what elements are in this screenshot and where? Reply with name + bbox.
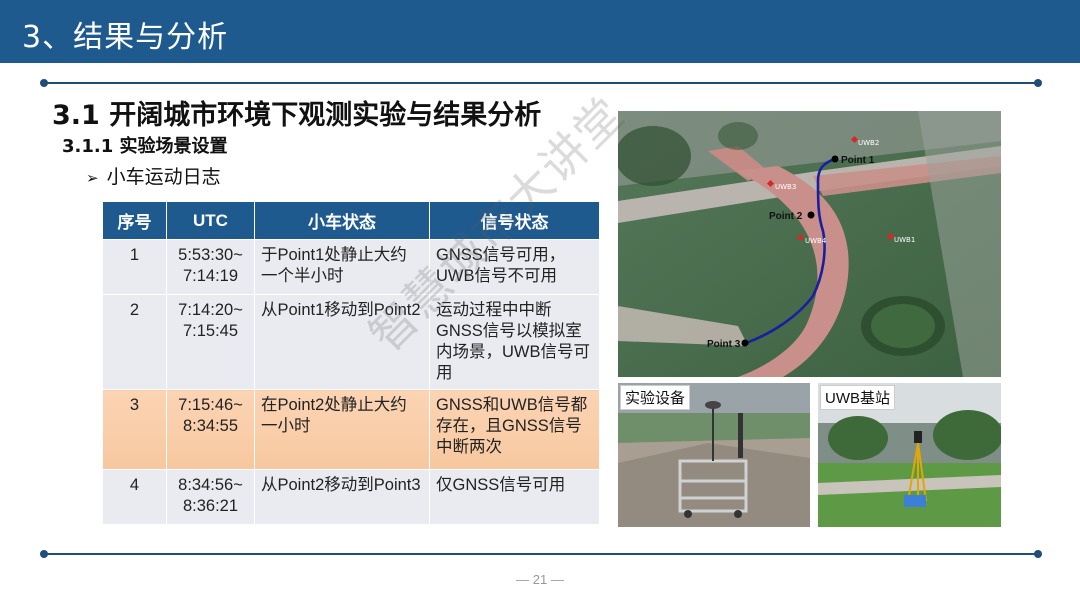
bottom-divider	[40, 550, 1042, 558]
top-divider	[40, 79, 1042, 87]
photo-label-equipment: 实验设备	[620, 385, 691, 410]
photo-label-uwb-station: UWB基站	[820, 385, 895, 410]
cell-car-state: 从Point1移动到Point2	[254, 294, 430, 390]
utc-end: 8:36:21	[182, 497, 239, 515]
cell-no: 2	[102, 294, 167, 390]
cell-utc: 5:53:30~ 7:14:19	[166, 239, 255, 295]
divider-dot-right	[1034, 550, 1042, 558]
cell-car-state: 在Point2处静止大约一小时	[254, 389, 430, 470]
table-row: 4 8:34:56~ 8:36:21 从Point2移动到Point3 仅GNSS…	[102, 469, 600, 525]
utc-end: 8:34:55	[182, 417, 239, 435]
uwb-marker-label: UWB1	[894, 236, 915, 244]
utc-start: 7:15:46~	[178, 396, 243, 414]
divider-dot-left	[40, 79, 48, 87]
point-2-label: Point 2	[769, 211, 803, 222]
column-header-no: 序号	[102, 201, 167, 240]
section-heading: 3.1 开阔城市环境下观测实验与结果分析	[52, 100, 542, 131]
cell-utc: 8:34:56~ 8:36:21	[166, 469, 255, 525]
subsection-heading: 3.1.1 实验场景设置	[62, 136, 228, 157]
page-number: — 21 —	[516, 572, 564, 587]
column-header-utc: UTC	[166, 201, 255, 240]
table-header-row: 序号 UTC 小车状态 信号状态	[102, 201, 600, 240]
divider-dot-left	[40, 550, 48, 558]
uwb-marker-label: UWB4	[805, 237, 827, 245]
bullet-item: ➢ 小车运动日志	[86, 162, 221, 189]
cell-car-state: 于Point1处静止大约一个半小时	[254, 239, 430, 295]
utc-start: 5:53:30~	[178, 246, 243, 264]
bullet-text: 小车运动日志	[106, 166, 221, 188]
cell-signal-state: 仅GNSS信号可用	[429, 469, 600, 525]
car-motion-log-table: 序号 UTC 小车状态 信号状态 1 5:53:30~ 7:14:19 于Poin…	[102, 201, 600, 525]
table-row-highlighted: 3 7:15:46~ 8:34:55 在Point2处静止大约一小时 GNSS和U…	[102, 389, 600, 470]
header-bar: 3、结果与分析	[0, 0, 1080, 63]
aerial-trajectory-map: UWB2 UWB3 UWB4 UWB1 Point 1 Point 2 Poin…	[618, 111, 1001, 377]
column-header-signal-state: 信号状态	[429, 201, 600, 240]
slide-title: 3、结果与分析	[22, 20, 229, 55]
cell-car-state: 从Point2移动到Point3	[254, 469, 430, 525]
utc-end: 7:14:19	[182, 267, 239, 285]
cell-utc: 7:15:46~ 8:34:55	[166, 389, 255, 470]
table-row: 2 7:14:20~ 7:15:45 从Point1移动到Point2 运动过程中…	[102, 294, 600, 390]
uwb-base-station-photo: UWB基站	[818, 383, 1001, 527]
cell-no: 1	[102, 239, 167, 295]
cell-no: 4	[102, 469, 167, 525]
cell-signal-state: GNSS信号可用，UWB信号不可用	[429, 239, 600, 295]
point-3-label: Point 3	[707, 339, 741, 350]
cell-signal-state: GNSS和UWB信号都存在，且GNSS信号中断两次	[429, 389, 600, 470]
cell-no: 3	[102, 389, 167, 470]
arrow-bullet-icon: ➢	[86, 169, 99, 187]
utc-end: 7:15:45	[182, 322, 239, 340]
point-1-label: Point 1	[841, 155, 875, 166]
cell-signal-state: 运动过程中中断GNSS信号以模拟室内场景，UWB信号可用	[429, 294, 600, 390]
utc-start: 7:14:20~	[178, 301, 243, 319]
divider-dot-right	[1034, 79, 1042, 87]
cell-utc: 7:14:20~ 7:15:45	[166, 294, 255, 390]
column-header-car-state: 小车状态	[254, 201, 430, 240]
equipment-photo: 实验设备	[618, 383, 810, 527]
utc-start: 8:34:56~	[178, 476, 243, 494]
uwb-marker-label: UWB2	[858, 139, 879, 147]
uwb-marker-label: UWB3	[775, 183, 796, 191]
table-row: 1 5:53:30~ 7:14:19 于Point1处静止大约一个半小时 GNSS…	[102, 239, 600, 295]
